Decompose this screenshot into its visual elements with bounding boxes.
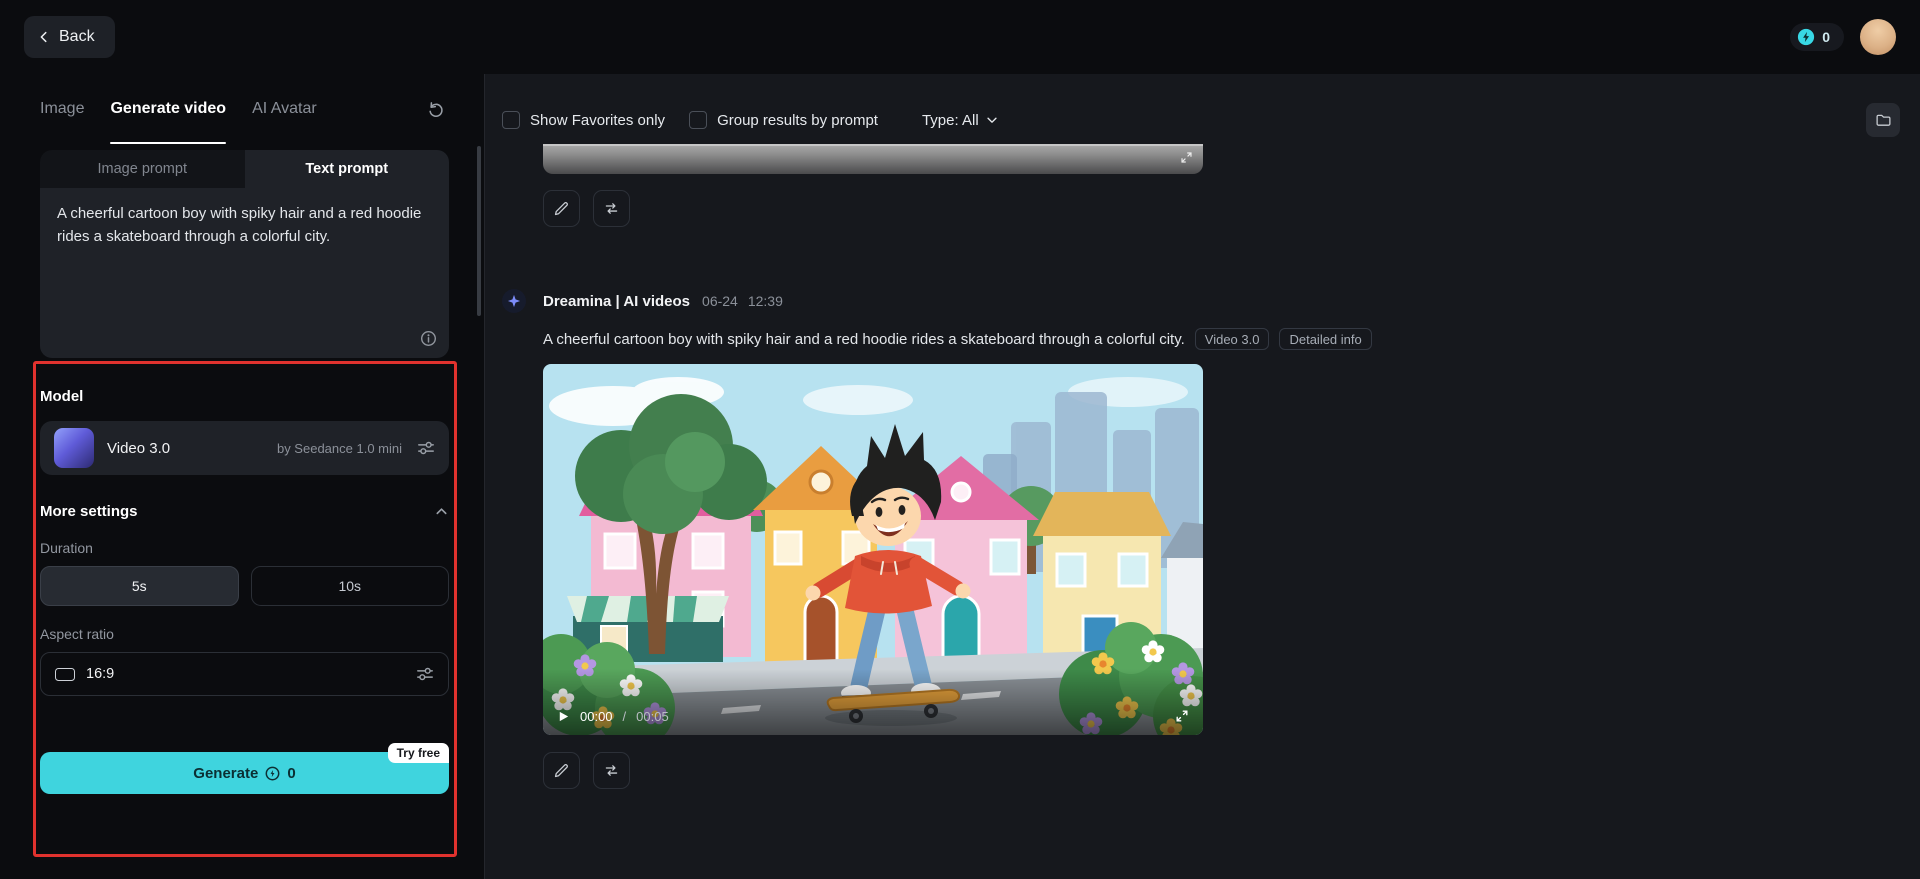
edit-prompt-button[interactable] bbox=[543, 752, 580, 789]
results-feed: Dreamina | AI videos 06-24 12:39 A cheer… bbox=[502, 144, 1900, 789]
try-free-badge: Try free bbox=[387, 743, 449, 763]
model-badge[interactable]: Video 3.0 bbox=[1194, 328, 1270, 350]
credits-pill[interactable]: 0 bbox=[1790, 23, 1844, 51]
play-button[interactable] bbox=[557, 710, 570, 723]
dreamina-logo-icon bbox=[502, 289, 526, 313]
model-provider: by Seedance 1.0 mini bbox=[276, 440, 402, 456]
more-settings-toggle[interactable]: More settings bbox=[40, 503, 449, 520]
aspect-ratio-label: Aspect ratio bbox=[40, 626, 114, 642]
info-icon[interactable] bbox=[420, 330, 437, 347]
type-label: Type: All bbox=[921, 111, 979, 129]
segment-image-prompt[interactable]: Image prompt bbox=[40, 150, 245, 188]
previous-video-cropped[interactable] bbox=[543, 144, 1203, 174]
model-thumbnail bbox=[54, 428, 94, 468]
duration-10s-button[interactable]: 10s bbox=[250, 566, 449, 606]
content: Image Generate video AI Avatar Image pro… bbox=[0, 74, 1920, 879]
prompt-mode-switch: Image prompt Text prompt bbox=[40, 150, 449, 188]
model-name: Video 3.0 bbox=[107, 439, 171, 457]
checkbox-icon bbox=[502, 111, 520, 129]
duration-label: Duration bbox=[40, 540, 93, 556]
back-button[interactable]: Back bbox=[24, 16, 115, 58]
reset-history-icon[interactable] bbox=[423, 96, 449, 122]
sliders-icon bbox=[417, 439, 435, 457]
topbar: Back 0 bbox=[0, 0, 1920, 74]
prompt-textarea[interactable]: A cheerful cartoon boy with spiky hair a… bbox=[57, 203, 432, 248]
aspect-ratio-icon bbox=[55, 667, 75, 681]
fullscreen-button[interactable] bbox=[1175, 709, 1189, 723]
checkbox-icon bbox=[689, 111, 708, 129]
tab-image[interactable]: Image bbox=[40, 74, 84, 144]
result-header: Dreamina | AI videos 06-24 12:39 bbox=[502, 289, 1900, 313]
chevron-left-icon bbox=[37, 30, 51, 44]
app-root: Back 0 Image Generate video AI Avatar Im… bbox=[0, 0, 1920, 879]
aspect-ratio-selector[interactable]: 16:9 bbox=[40, 652, 449, 696]
user-avatar[interactable] bbox=[1860, 19, 1896, 55]
sliders-icon bbox=[416, 665, 434, 683]
chevron-down-icon bbox=[985, 113, 999, 127]
group-label: Group results by prompt bbox=[717, 111, 878, 129]
result-date: 06-24 bbox=[702, 293, 738, 309]
result-author: Dreamina | AI videos bbox=[543, 292, 691, 310]
generate-button[interactable]: Generate 0 Try free bbox=[40, 743, 449, 794]
filter-bar: Show Favorites only Group results by pro… bbox=[502, 98, 1900, 142]
credit-coin-icon bbox=[265, 766, 280, 781]
back-label: Back bbox=[59, 28, 95, 45]
type-dropdown[interactable]: Type: All bbox=[922, 112, 999, 129]
group-by-prompt-checkbox[interactable]: Group results by prompt bbox=[689, 111, 878, 129]
duration-options: 5s 10s bbox=[40, 566, 449, 606]
segment-text-prompt[interactable]: Text prompt bbox=[244, 150, 449, 188]
result-prompt: A cheerful cartoon boy with spiky hair a… bbox=[543, 330, 1185, 348]
more-settings-label: More settings bbox=[40, 503, 138, 520]
tab-ai-avatar[interactable]: AI Avatar bbox=[252, 74, 317, 144]
prompt-body: A cheerful cartoon boy with spiky hair a… bbox=[40, 188, 449, 358]
sidebar-tabs: Image Generate video AI Avatar bbox=[40, 74, 449, 144]
video-player[interactable]: 00:00 / 00:05 bbox=[543, 364, 1203, 735]
asset-folder-button[interactable] bbox=[1866, 103, 1900, 137]
model-section-label: Model bbox=[40, 388, 84, 405]
previous-video-actions bbox=[543, 190, 1900, 227]
credit-coin-icon bbox=[1797, 28, 1815, 46]
chevron-up-icon bbox=[434, 504, 449, 519]
model-selector[interactable]: Video 3.0 by Seedance 1.0 mini bbox=[40, 421, 449, 475]
current-time: 00:00 bbox=[580, 708, 613, 724]
topbar-right: 0 bbox=[1790, 19, 1896, 55]
video-controls: 00:00 / 00:05 bbox=[543, 697, 1203, 735]
result-prompt-line: A cheerful cartoon boy with spiky hair a… bbox=[543, 328, 1900, 350]
generate-label: Generate bbox=[193, 764, 259, 782]
regenerate-button[interactable] bbox=[593, 190, 630, 227]
detailed-info-badge[interactable]: Detailed info bbox=[1279, 328, 1372, 350]
results-panel: Show Favorites only Group results by pro… bbox=[484, 74, 1920, 879]
sidebar-scrollbar[interactable] bbox=[477, 146, 481, 316]
aspect-ratio-value: 16:9 bbox=[86, 666, 115, 682]
generate-credits: 0 bbox=[287, 764, 296, 782]
duration-5s-button[interactable]: 5s bbox=[40, 566, 239, 606]
favorites-checkbox[interactable]: Show Favorites only bbox=[502, 111, 665, 129]
favorites-label: Show Favorites only bbox=[530, 111, 666, 129]
tab-generate-video[interactable]: Generate video bbox=[110, 74, 226, 144]
result-time: 12:39 bbox=[747, 293, 783, 309]
credits-count: 0 bbox=[1822, 29, 1830, 45]
time-separator: / bbox=[622, 708, 627, 724]
sidebar: Image Generate video AI Avatar Image pro… bbox=[0, 74, 484, 879]
edit-prompt-button[interactable] bbox=[543, 190, 580, 227]
result-actions bbox=[543, 752, 1900, 789]
prompt-card: Image prompt Text prompt A cheerful cart… bbox=[40, 150, 449, 358]
video-duration: 00:05 bbox=[636, 708, 669, 724]
regenerate-button[interactable] bbox=[593, 752, 630, 789]
fullscreen-icon[interactable] bbox=[1180, 151, 1193, 164]
